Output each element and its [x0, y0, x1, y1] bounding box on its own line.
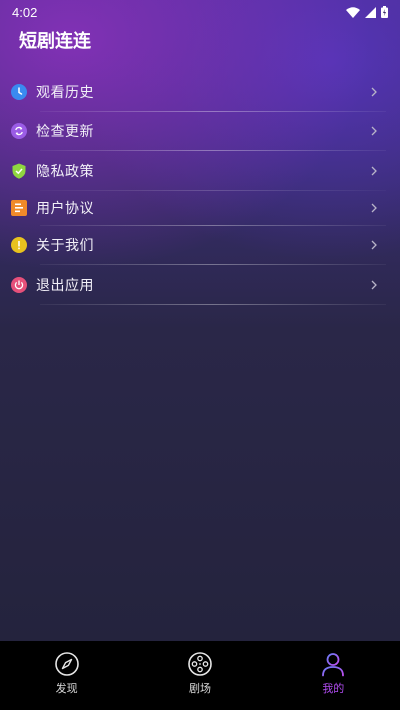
clock-icon [11, 83, 27, 100]
refresh-icon [11, 123, 27, 140]
menu-item-check-update[interactable]: 检查更新 [0, 112, 400, 151]
nav-item-theater[interactable]: 剧场 [133, 641, 266, 710]
menu-item-label: 观看历史 [36, 84, 94, 101]
document-icon [11, 200, 27, 216]
chevron-right-icon [371, 203, 377, 213]
chevron-right-icon [371, 280, 377, 290]
nav-item-discover[interactable]: 发现 [0, 641, 133, 710]
shield-icon [11, 163, 27, 179]
nav-label: 我的 [322, 682, 345, 695]
bottom-nav: 发现 剧场 我的 [0, 641, 400, 710]
menu-item-label: 退出应用 [36, 277, 94, 294]
menu-item-watch-history[interactable]: 观看历史 [0, 72, 400, 112]
menu-item-privacy-policy[interactable]: 隐私政策 [0, 151, 400, 191]
status-icons [346, 6, 388, 18]
battery-icon [381, 6, 388, 18]
chevron-right-icon [371, 87, 377, 97]
menu-item-exit-app[interactable]: 退出应用 [0, 265, 400, 305]
nav-label: 发现 [55, 682, 78, 695]
power-icon [11, 276, 27, 293]
film-reel-icon [188, 652, 212, 676]
wifi-icon [346, 6, 360, 18]
chevron-right-icon [371, 166, 377, 176]
menu-item-label: 隐私政策 [36, 163, 94, 180]
chevron-right-icon [371, 126, 377, 136]
menu-item-label: 用户协议 [36, 201, 94, 217]
nav-label: 剧场 [188, 682, 211, 695]
menu-item-label: 检查更新 [36, 124, 94, 141]
status-bar: 4:02 [0, 0, 400, 24]
person-icon [322, 653, 345, 677]
divider [40, 303, 386, 305]
cellular-signal-icon [365, 6, 376, 18]
menu-item-label: 关于我们 [36, 238, 94, 255]
menu-item-about-us[interactable]: 关于我们 [0, 226, 400, 265]
nav-item-mine[interactable]: 我的 [267, 641, 400, 710]
status-time: 4:02 [12, 4, 38, 20]
settings-menu: 观看历史 检查更新 隐私政策 用户协议 关于我们 退出应用 [0, 72, 400, 305]
app-title: 短剧连连 [19, 31, 91, 52]
chevron-right-icon [371, 240, 377, 250]
compass-icon [54, 652, 79, 676]
info-icon [11, 237, 27, 254]
menu-item-user-agreement[interactable]: 用户协议 [0, 191, 400, 226]
